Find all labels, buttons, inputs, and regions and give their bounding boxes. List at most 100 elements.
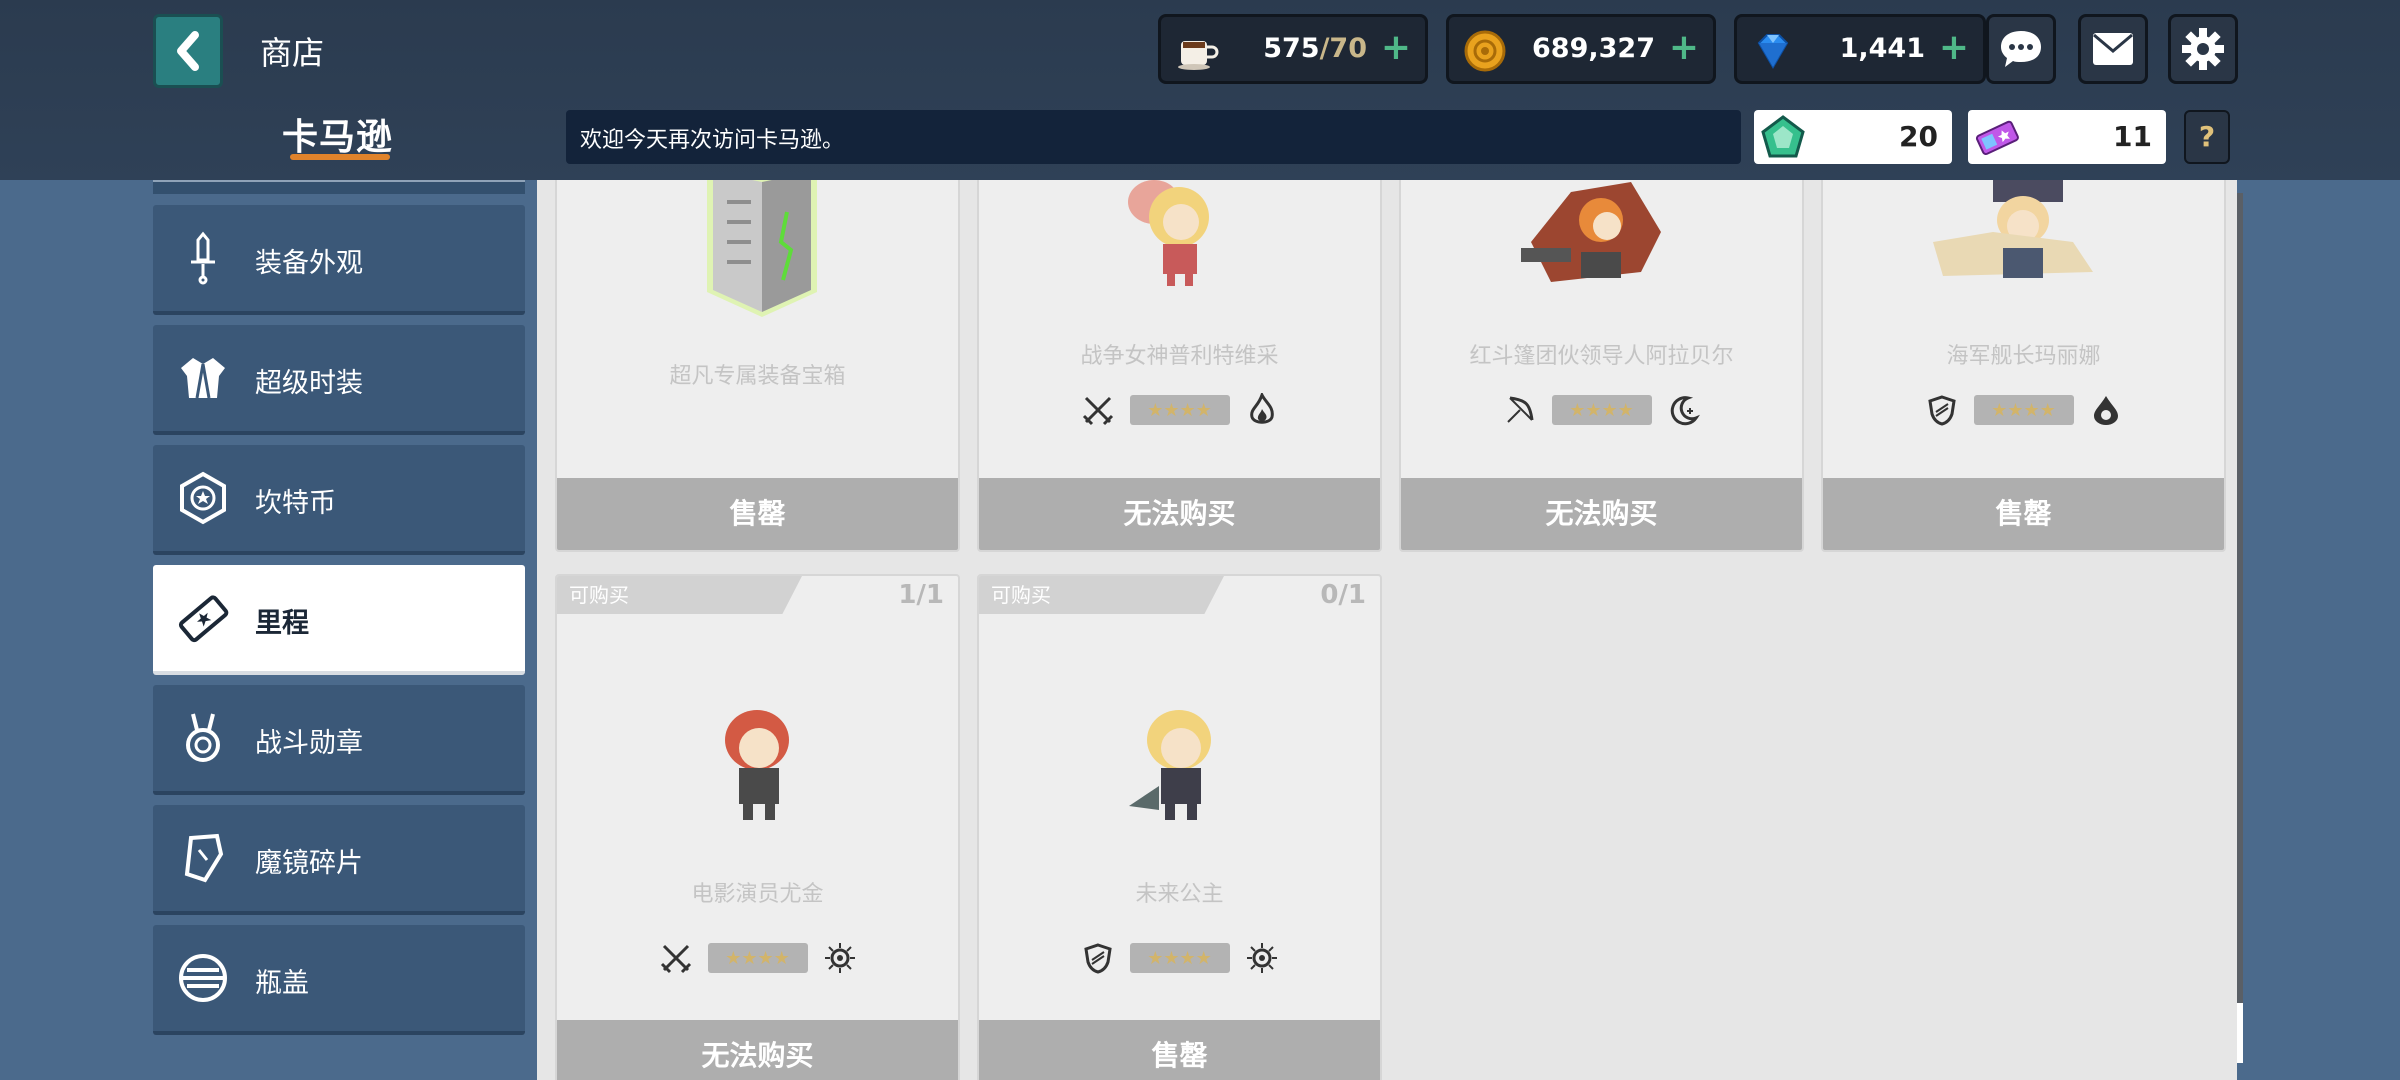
shop-card[interactable]: 红斗篷团伙领导人阿拉贝尔 ★★★★ 无法购买 bbox=[1399, 180, 1804, 552]
sidebar-item-kanterbury-coin[interactable]: 坎特币 bbox=[153, 445, 525, 555]
diamond-gem-icon bbox=[1757, 34, 1789, 69]
hero-sprite-future-princess bbox=[1129, 710, 1211, 820]
shop-card[interactable]: 战争女神普利特维采 ★★★★ 无法购买 bbox=[977, 180, 1382, 552]
sidebar-item-label: 里程 bbox=[255, 608, 309, 639]
purchase-limit: 1/1 bbox=[898, 580, 944, 610]
chat-button[interactable] bbox=[1986, 14, 2056, 84]
sidebar-item-mileage[interactable]: 里程 bbox=[153, 565, 525, 675]
equipment-chest-sprite bbox=[707, 180, 817, 317]
shop-card[interactable]: 海军舰长玛丽娜 ★★★★ 售罄 bbox=[1821, 180, 2226, 552]
shop-card[interactable]: 可购买 1/1 电影演员尤金 ★★★★ 无法购买 bbox=[555, 574, 960, 1080]
purple-ticket-icon bbox=[1975, 120, 2019, 156]
ticket-counter: 11 bbox=[1968, 110, 2166, 164]
sidebar-scroll-edge bbox=[153, 180, 525, 194]
page-title: 商店 bbox=[260, 34, 325, 72]
scrollbar-thumb[interactable] bbox=[2237, 1003, 2243, 1063]
star-rating: ★★★★ bbox=[1129, 943, 1230, 973]
add-stamina-button[interactable]: + bbox=[1381, 27, 1411, 68]
star-rating: ★★★★ bbox=[1973, 395, 2074, 425]
sidebar-item-bottle-cap[interactable]: 瓶盖 bbox=[153, 925, 525, 1035]
card-status-button[interactable]: 无法购买 bbox=[1401, 478, 1802, 550]
shop-card[interactable]: 超凡专属装备宝箱 售罄 bbox=[555, 180, 960, 552]
mail-button[interactable] bbox=[2078, 14, 2148, 84]
hero-sprite-red-hood-leader bbox=[1521, 182, 1661, 282]
sidebar-item-mirror-shard[interactable]: 魔镜碎片 bbox=[153, 805, 525, 915]
shop-brand-tab[interactable]: 卡马逊 bbox=[282, 108, 393, 160]
costume-icon bbox=[181, 358, 225, 399]
light-element-icon bbox=[1246, 943, 1277, 973]
envelope-icon bbox=[2093, 33, 2133, 65]
bottle-cap-icon bbox=[179, 954, 227, 1002]
mirror-shard-icon bbox=[184, 833, 224, 883]
purchase-limit: 0/1 bbox=[1320, 580, 1366, 610]
gem-value: 1,441 bbox=[1839, 33, 1925, 64]
card-status-button[interactable]: 售罄 bbox=[1823, 478, 2224, 550]
star-rating: ★★★★ bbox=[1129, 395, 1230, 425]
card-status-button[interactable]: 无法购买 bbox=[979, 478, 1380, 550]
card-status-button[interactable]: 售罄 bbox=[557, 478, 958, 550]
card-title: 红斗篷团伙领导人阿拉贝尔 bbox=[1469, 344, 1734, 369]
shop-card[interactable]: 可购买 0/1 未来公主 ★★★★ 售罄 bbox=[977, 574, 1382, 1080]
sidebar-item-super-costume[interactable]: 超级时装 bbox=[153, 325, 525, 435]
crossed-swords-icon bbox=[1082, 396, 1113, 426]
hero-sprite-war-goddess bbox=[1128, 180, 1209, 286]
card-title: 战争女神普利特维采 bbox=[1080, 344, 1279, 369]
sidebar-item-label: 超级时装 bbox=[255, 368, 363, 399]
purchasable-tag: 可购买 bbox=[557, 576, 802, 614]
hero-stats: ★★★★ bbox=[1401, 390, 1802, 430]
scrollbar-track[interactable] bbox=[2237, 193, 2243, 1063]
hero-stats: ★★★★ bbox=[1823, 390, 2224, 430]
mileage-token-value: 20 bbox=[1899, 120, 1938, 153]
add-gems-button[interactable]: + bbox=[1939, 27, 1969, 68]
shop-item-grid: 超凡专属装备宝箱 售罄 战争女神普利特维采 ★★★★ 无法购买 红斗篷团伙领导人… bbox=[537, 180, 2237, 1080]
moon-element-icon bbox=[1670, 396, 1700, 426]
chat-bubble-icon bbox=[2001, 31, 2041, 67]
purchasable-tag: 可购买 bbox=[979, 576, 1224, 614]
add-gold-button[interactable]: + bbox=[1669, 27, 1699, 68]
card-title: 海军舰长玛丽娜 bbox=[1946, 344, 2101, 369]
card-title: 电影演员尤金 bbox=[691, 882, 824, 907]
welcome-banner: 欢迎今天再次访问卡马逊。 bbox=[566, 110, 1741, 164]
card-status-button[interactable]: 售罄 bbox=[979, 1020, 1380, 1080]
back-button[interactable] bbox=[153, 14, 223, 88]
gold-coin-icon bbox=[1464, 30, 1506, 72]
settings-button[interactable] bbox=[2168, 14, 2238, 84]
hero-stats: ★★★★ bbox=[979, 390, 1380, 430]
hero-stats: ★★★★ bbox=[557, 938, 958, 978]
gear-icon bbox=[2182, 28, 2224, 70]
coffee-cup-icon bbox=[1178, 41, 1219, 70]
star-rating: ★★★★ bbox=[707, 943, 808, 973]
top-bar: 商店 卡马逊 575/70 + 689,327 + 1,441 + 欢迎今天再次… bbox=[0, 0, 2400, 180]
gold-counter: 689,327 + bbox=[1446, 14, 1716, 84]
sidebar-item-label: 坎特币 bbox=[255, 488, 336, 519]
sidebar-item-battle-medal[interactable]: 战斗勋章 bbox=[153, 685, 525, 795]
light-element-icon bbox=[824, 943, 855, 973]
water-element-icon bbox=[2093, 396, 2118, 425]
shield-icon bbox=[1927, 395, 1956, 426]
green-crystal-token-icon bbox=[1761, 115, 1805, 158]
coin-hexagon-icon bbox=[180, 471, 226, 525]
sword-icon bbox=[191, 231, 215, 285]
sidebar-item-equipment-skin[interactable]: 装备外观 bbox=[153, 205, 525, 315]
stamina-value: 575/70 bbox=[1263, 33, 1367, 64]
gem-counter: 1,441 + bbox=[1734, 14, 1986, 84]
help-button[interactable]: ? bbox=[2184, 110, 2230, 164]
sidebar-item-label: 魔镜碎片 bbox=[255, 848, 363, 879]
shield-icon bbox=[1083, 943, 1112, 974]
sidebar-item-label: 瓶盖 bbox=[255, 968, 309, 999]
hero-sprite-film-actor bbox=[725, 710, 789, 820]
hero-stats: ★★★★ bbox=[979, 938, 1380, 978]
sidebar-item-label: 战斗勋章 bbox=[255, 728, 363, 759]
crossed-swords-icon bbox=[660, 944, 691, 974]
active-tab-underline bbox=[290, 154, 390, 160]
star-rating: ★★★★ bbox=[1551, 395, 1652, 425]
ticket-star-icon bbox=[178, 595, 229, 643]
fire-element-icon bbox=[1249, 393, 1274, 424]
card-title: 超凡专属装备宝箱 bbox=[669, 364, 846, 389]
sidebar-item-label: 装备外观 bbox=[255, 248, 363, 279]
gold-value: 689,327 bbox=[1532, 33, 1655, 64]
card-status-button[interactable]: 无法购买 bbox=[557, 1020, 958, 1080]
hero-sprite-navy-captain bbox=[1933, 180, 2093, 278]
ticket-value: 11 bbox=[2113, 120, 2152, 153]
stamina-counter: 575/70 + bbox=[1158, 14, 1428, 84]
